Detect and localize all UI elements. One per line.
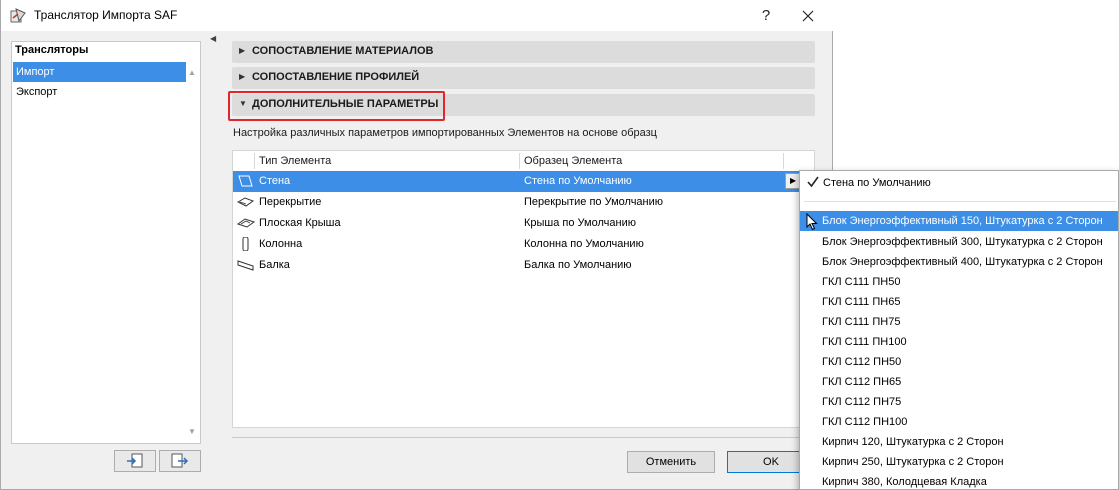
- dropdown-item[interactable]: ГКЛ С112 ПН75: [800, 392, 1118, 412]
- window-title: Транслятор Импорта SAF: [34, 8, 178, 22]
- dropdown-item[interactable]: Блок Энергоэффективный 400, Штукатурка с…: [800, 252, 1118, 272]
- dropdown-item[interactable]: ГКЛ С112 ПН50: [800, 352, 1118, 372]
- mouse-cursor-icon: [806, 213, 818, 231]
- sample-dropdown-menu: Стена по Умолчанию Блок Энергоэффективны…: [799, 170, 1119, 490]
- import-translator-button[interactable]: [114, 450, 156, 472]
- cancel-button[interactable]: Отменить: [627, 451, 715, 473]
- export-translator-button[interactable]: [159, 450, 201, 472]
- beam-icon: [237, 260, 254, 271]
- section-description: Настройка различных параметров импортиро…: [233, 127, 657, 139]
- footer-divider: [232, 437, 815, 438]
- dropdown-item[interactable]: Блок Энергоэффективный 150, Штукатурка с…: [800, 211, 1118, 231]
- list-scrollbar[interactable]: ▲ ▼: [184, 42, 200, 443]
- column-header-element-sample[interactable]: Образец Элемента: [524, 151, 622, 171]
- wall-icon: [238, 175, 253, 187]
- translator-item-import[interactable]: Импорт: [13, 62, 186, 82]
- dropdown-item[interactable]: ГКЛ С112 ПН65: [800, 372, 1118, 392]
- highlight-annotation: [228, 91, 445, 121]
- translators-list: Трансляторы Импорт Экспорт ▲ ▼: [11, 41, 201, 444]
- scroll-down-icon[interactable]: ▼: [188, 427, 196, 436]
- dropdown-item[interactable]: ГКЛ С111 ПН100: [800, 332, 1118, 352]
- dropdown-item[interactable]: Блок Энергоэффективный 300, Штукатурка с…: [800, 232, 1118, 252]
- dropdown-item[interactable]: ГКЛ С111 ПН75: [800, 312, 1118, 332]
- section-profile-mapping[interactable]: ▶ СОПОСТАВЛЕНИЕ ПРОФИЛЕЙ: [232, 67, 815, 89]
- expand-icon: ▶: [239, 72, 246, 81]
- column-header-element-type[interactable]: Тип Элемента: [259, 151, 331, 171]
- dropdown-item[interactable]: ГКЛ С111 ПН65: [800, 292, 1118, 312]
- table-row[interactable]: Плоская Крыша Крыша по Умолчанию: [233, 213, 814, 234]
- dropdown-item[interactable]: ГКЛ С111 ПН50: [800, 272, 1118, 292]
- help-button[interactable]: ?: [746, 0, 786, 31]
- export-icon: [171, 453, 189, 468]
- play-icon: ▶: [790, 176, 797, 185]
- translators-header: Трансляторы: [15, 44, 89, 56]
- section-material-mapping[interactable]: ▶ СОПОСТАВЛЕНИЕ МАТЕРИАЛОВ: [232, 41, 815, 63]
- collapse-panel-icon[interactable]: ◀: [210, 34, 216, 43]
- sample-picker-button[interactable]: ▶: [785, 173, 800, 189]
- table-row[interactable]: Балка Балка по Умолчанию: [233, 255, 814, 276]
- dropdown-item[interactable]: Кирпич 380, Колодцевая Кладка: [800, 472, 1118, 489]
- dropdown-item[interactable]: Кирпич 120, Штукатурка с 2 Сторон: [800, 432, 1118, 452]
- column-icon: [242, 237, 249, 251]
- dropdown-item[interactable]: ГКЛ С112 ПН100: [800, 412, 1118, 432]
- table-row[interactable]: Перекрытие Перекрытие по Умолчанию: [233, 192, 814, 213]
- dropdown-item[interactable]: Кирпич 250, Штукатурка с 2 Сторон: [800, 452, 1118, 472]
- app-icon: [10, 8, 26, 23]
- element-mapping-table: Тип Элемента Образец Элемента Стена Стен…: [232, 150, 815, 428]
- translator-dialog: Транслятор Импорта SAF ? Трансляторы Имп…: [0, 0, 833, 490]
- scroll-up-icon[interactable]: ▲: [188, 68, 196, 77]
- close-button[interactable]: [788, 0, 828, 31]
- flat-roof-icon: [237, 218, 255, 228]
- dropdown-separator: [804, 201, 1116, 202]
- title-bar: Транслятор Импорта SAF ?: [1, 0, 833, 31]
- table-row[interactable]: Колонна Колонна по Умолчанию: [233, 234, 814, 255]
- checkmark-icon: [807, 176, 819, 188]
- dropdown-current-value[interactable]: Стена по Умолчанию: [823, 177, 931, 189]
- table-row[interactable]: Стена Стена по Умолчанию ▶: [233, 171, 814, 192]
- import-icon: [127, 453, 143, 468]
- slab-icon: [237, 197, 255, 207]
- close-icon: [802, 10, 814, 22]
- translator-item-export[interactable]: Экспорт: [13, 82, 186, 102]
- expand-icon: ▶: [239, 46, 246, 55]
